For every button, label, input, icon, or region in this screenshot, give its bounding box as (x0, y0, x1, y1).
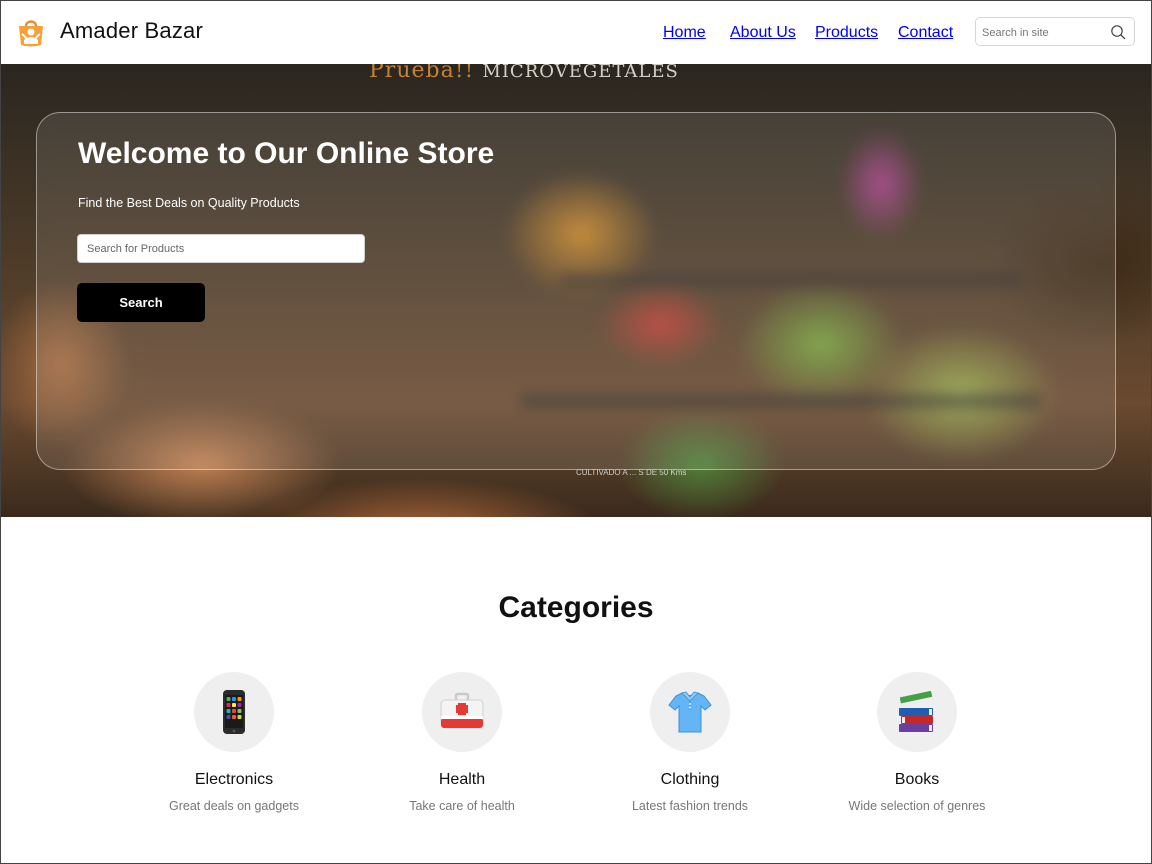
category-card-electronics[interactable]: Electronics Great deals on gadgets (134, 672, 334, 813)
hero-sign-accent: Prueba!! (369, 64, 475, 83)
shopping-bag-logo-icon[interactable] (17, 17, 45, 47)
category-description: Wide selection of genres (848, 799, 986, 813)
search-icon[interactable] (1110, 24, 1126, 40)
nav-about-link[interactable]: About Us (730, 24, 796, 42)
category-icon-circle (422, 672, 502, 752)
category-icon-circle (194, 672, 274, 752)
search-button[interactable]: Search (77, 283, 205, 322)
mobile-phone-icon (223, 690, 245, 734)
first-aid-kit-icon (440, 692, 484, 729)
category-name: Health (438, 771, 486, 788)
site-search-box (975, 17, 1135, 46)
nav-products-link[interactable]: Products (815, 24, 878, 42)
category-card-health[interactable]: Health Take care of health (362, 672, 562, 813)
nav-contact-link[interactable]: Contact (898, 24, 953, 42)
category-name: Electronics (194, 771, 274, 788)
site-search-input[interactable] (982, 24, 1102, 41)
hero-subtitle: Find the Best Deals on Quality Products (78, 196, 300, 210)
category-icon-circle (650, 672, 730, 752)
brand-name[interactable]: Amader Bazar (60, 18, 203, 44)
category-description: Take care of health (409, 799, 515, 813)
hero-title: Welcome to Our Online Store (78, 137, 495, 170)
category-icon-circle (877, 672, 957, 752)
categories-heading: Categories (498, 591, 654, 624)
hero-background-sign: Prueba!! MICROVEGETALES (369, 64, 679, 83)
polo-shirt-icon (668, 691, 712, 733)
category-name: Books (894, 771, 940, 788)
hero-sign-text: MICROVEGETALES (482, 64, 679, 82)
nav-home-link[interactable]: Home (663, 24, 706, 42)
books-icon (899, 691, 933, 732)
site-header: Amader Bazar Home About Us Products Cont… (0, 0, 1152, 64)
category-card-clothing[interactable]: Clothing Latest fashion trends (590, 672, 790, 813)
category-card-books[interactable]: Books Wide selection of genres (817, 672, 1017, 813)
product-search-input[interactable] (77, 234, 365, 263)
category-description: Great deals on gadgets (169, 799, 299, 813)
category-description: Latest fashion trends (631, 799, 749, 813)
category-name: Clothing (660, 771, 720, 788)
